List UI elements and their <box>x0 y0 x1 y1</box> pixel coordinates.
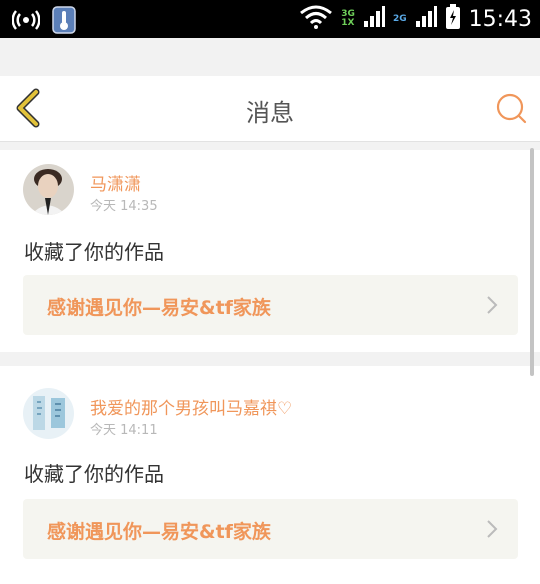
work-link[interactable]: 感谢遇见你—易安&tf家族 <box>23 275 518 335</box>
list-item[interactable]: 马潇潇 今天 14:35 收藏了你的作品 感谢遇见你—易安&tf家族 <box>0 150 540 352</box>
thermometer-icon <box>52 6 76 38</box>
status-time: 15:43 <box>468 6 532 32</box>
avatar[interactable] <box>23 164 74 215</box>
signal-icon <box>363 5 385 33</box>
user-name[interactable]: 我爱的那个男孩叫马嘉祺♡ <box>90 394 292 419</box>
network-2g-text: 2G <box>392 13 407 24</box>
activity-text: 收藏了你的作品 <box>24 240 164 264</box>
scrollbar[interactable] <box>530 148 534 376</box>
work-title: 感谢遇见你—易安&tf家族 <box>47 297 271 319</box>
wifi-icon <box>299 5 333 33</box>
avatar[interactable] <box>23 388 74 439</box>
page-title: 消息 <box>246 99 294 127</box>
work-title: 感谢遇见你—易安&tf家族 <box>47 521 271 543</box>
list-item[interactable]: 我爱的那个男孩叫马嘉祺♡ 今天 14:11 收藏了你的作品 感谢遇见你—易安&t… <box>0 366 540 584</box>
battery-icon <box>445 4 461 34</box>
work-link[interactable]: 感谢遇见你—易安&tf家族 <box>23 499 518 559</box>
nav-bar: 消息 <box>0 76 540 142</box>
network-type-label: 3G 1X <box>341 10 355 28</box>
hotspot-icon <box>11 8 41 36</box>
message-list[interactable]: 马潇潇 今天 14:35 收藏了你的作品 感谢遇见你—易安&tf家族 我爱的那个… <box>0 142 540 584</box>
activity-text: 收藏了你的作品 <box>24 462 164 486</box>
network-1x-label: 1X <box>341 18 355 28</box>
signal-icon-2 <box>415 5 437 33</box>
search-button[interactable] <box>494 91 528 125</box>
top-spacer <box>0 38 540 76</box>
chevron-right-icon <box>487 520 498 538</box>
network-2g-label: 2G <box>392 13 407 24</box>
status-bar: 3G 1X 2G 15:43 <box>0 0 540 38</box>
chevron-right-icon <box>487 296 498 314</box>
timestamp: 今天 14:35 <box>90 199 158 214</box>
search-icon <box>496 93 527 124</box>
timestamp: 今天 14:11 <box>90 423 158 438</box>
user-name[interactable]: 马潇潇 <box>90 170 141 195</box>
